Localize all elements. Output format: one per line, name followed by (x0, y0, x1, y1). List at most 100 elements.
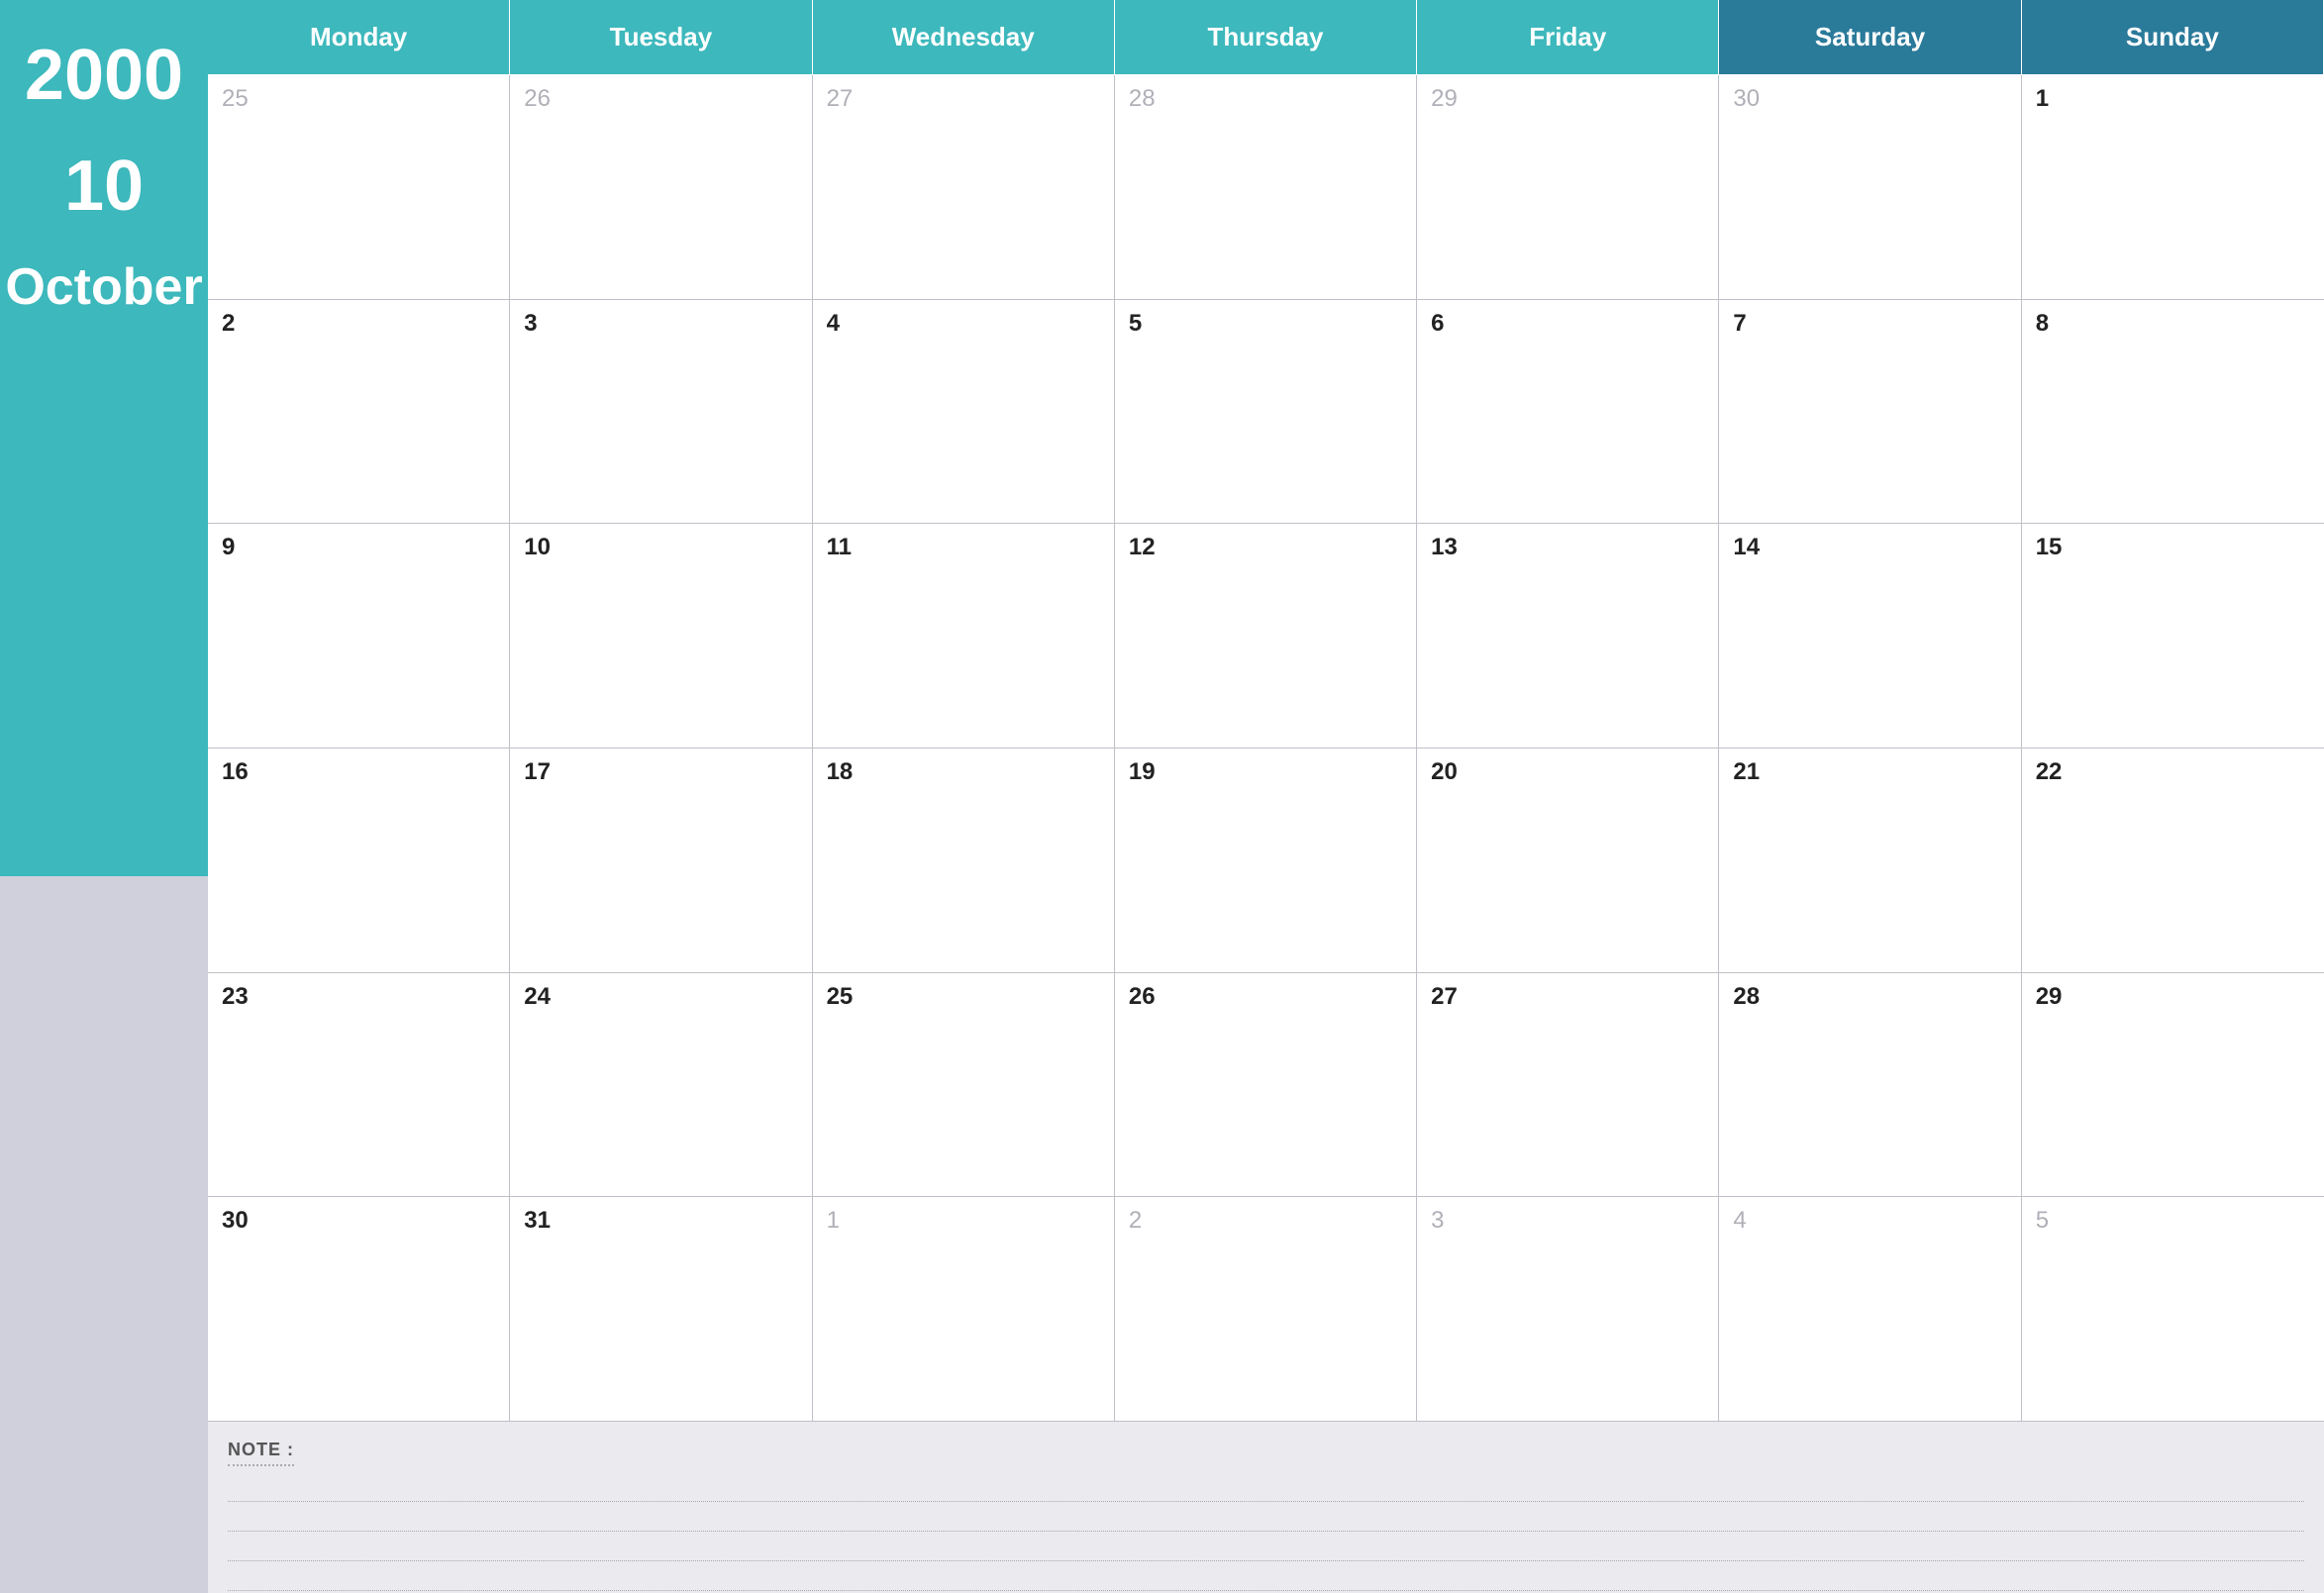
day-number: 25 (827, 983, 1100, 1011)
day-number: 21 (1733, 758, 2006, 786)
header-cell-thursday: Thursday (1115, 0, 1417, 75)
week-row-5: 23 24 25 26 27 28 29 (208, 973, 2324, 1198)
sidebar: 2000 10 October (0, 0, 208, 1593)
day-number: 28 (1129, 85, 1402, 113)
day-number: 23 (222, 983, 495, 1011)
day-number: 5 (2036, 1207, 2310, 1235)
note-line (228, 1504, 2304, 1532)
day-number: 7 (1733, 310, 2006, 338)
note-line (228, 1474, 2304, 1502)
day-number: 28 (1733, 983, 2006, 1011)
day-cell: 29 (1417, 75, 1719, 299)
day-cell: 4 (813, 300, 1115, 524)
day-cell: 12 (1115, 524, 1417, 747)
day-cell: 26 (510, 75, 812, 299)
day-number: 10 (524, 534, 797, 561)
week-row-1: 25 26 27 28 29 30 1 (208, 75, 2324, 300)
day-cell: 15 (2022, 524, 2324, 747)
day-cell: 6 (1417, 300, 1719, 524)
weeks-container: 2526272829301234567891011121314151617181… (208, 75, 2324, 1422)
day-cell: 8 (2022, 300, 2324, 524)
main-content: MondayTuesdayWednesdayThursdayFridaySatu… (208, 0, 2324, 1593)
header-cell-friday: Friday (1417, 0, 1719, 75)
day-cell: 5 (2022, 1197, 2324, 1421)
day-number: 15 (2036, 534, 2310, 561)
day-number: 17 (524, 758, 797, 786)
day-number: 22 (2036, 758, 2310, 786)
day-number: 6 (1431, 310, 1704, 338)
day-number: 4 (827, 310, 1100, 338)
day-cell: 10 (510, 524, 812, 747)
sidebar-month-name: October (5, 261, 202, 313)
day-cell: 28 (1115, 75, 1417, 299)
day-cell: 20 (1417, 748, 1719, 972)
day-cell: 11 (813, 524, 1115, 747)
day-number: 5 (1129, 310, 1402, 338)
header-cell-wednesday: Wednesday (813, 0, 1115, 75)
day-number: 1 (2036, 85, 2310, 113)
day-number: 29 (1431, 85, 1704, 113)
header-cell-saturday: Saturday (1719, 0, 2021, 75)
day-cell: 7 (1719, 300, 2021, 524)
day-number: 12 (1129, 534, 1402, 561)
day-number: 13 (1431, 534, 1704, 561)
day-cell: 22 (2022, 748, 2324, 972)
day-number: 3 (524, 310, 797, 338)
day-cell: 17 (510, 748, 812, 972)
day-cell: 25 (813, 973, 1115, 1197)
day-cell: 9 (208, 524, 510, 747)
day-number: 3 (1431, 1207, 1704, 1235)
week-row-2: 2 3 4 5 6 7 8 (208, 300, 2324, 525)
day-cell: 30 (1719, 75, 2021, 299)
day-number: 4 (1733, 1207, 2006, 1235)
day-cell: 18 (813, 748, 1115, 972)
day-cell: 16 (208, 748, 510, 972)
day-cell: 24 (510, 973, 812, 1197)
day-number: 26 (1129, 983, 1402, 1011)
day-cell: 13 (1417, 524, 1719, 747)
day-cell: 26 (1115, 973, 1417, 1197)
day-number: 30 (222, 1207, 495, 1235)
day-cell: 3 (510, 300, 812, 524)
day-cell: 27 (1417, 973, 1719, 1197)
day-cell: 25 (208, 75, 510, 299)
note-line (228, 1563, 2304, 1591)
notes-section: NOTE : (208, 1422, 2324, 1593)
day-number: 27 (827, 85, 1100, 113)
day-number: 24 (524, 983, 797, 1011)
day-number: 2 (222, 310, 495, 338)
day-cell: 2 (208, 300, 510, 524)
header-cell-sunday: Sunday (2022, 0, 2324, 75)
day-number: 1 (827, 1207, 1100, 1235)
day-number: 29 (2036, 983, 2310, 1011)
day-cell: 23 (208, 973, 510, 1197)
note-label: NOTE : (228, 1440, 294, 1466)
sidebar-year: 2000 (25, 40, 183, 111)
day-cell: 31 (510, 1197, 812, 1421)
day-number: 9 (222, 534, 495, 561)
day-cell: 28 (1719, 973, 2021, 1197)
day-number: 25 (222, 85, 495, 113)
day-cell: 3 (1417, 1197, 1719, 1421)
day-cell: 29 (2022, 973, 2324, 1197)
header-cell-tuesday: Tuesday (510, 0, 812, 75)
day-number: 27 (1431, 983, 1704, 1011)
day-number: 18 (827, 758, 1100, 786)
day-number: 30 (1733, 85, 2006, 113)
page: 2000 10 October MondayTuesdayWednesdayTh… (0, 0, 2324, 1593)
day-number: 8 (2036, 310, 2310, 338)
day-number: 26 (524, 85, 797, 113)
note-line (228, 1534, 2304, 1561)
header-cell-monday: Monday (208, 0, 510, 75)
sidebar-month-num: 10 (64, 150, 144, 222)
day-cell: 30 (208, 1197, 510, 1421)
day-number: 31 (524, 1207, 797, 1235)
day-cell: 5 (1115, 300, 1417, 524)
week-row-4: 16 17 18 19 20 21 22 (208, 748, 2324, 973)
day-number: 19 (1129, 758, 1402, 786)
week-row-6: 303112345 (208, 1197, 2324, 1422)
day-cell: 19 (1115, 748, 1417, 972)
calendar-grid: MondayTuesdayWednesdayThursdayFridaySatu… (208, 0, 2324, 1422)
day-cell: 4 (1719, 1197, 2021, 1421)
day-number: 14 (1733, 534, 2006, 561)
